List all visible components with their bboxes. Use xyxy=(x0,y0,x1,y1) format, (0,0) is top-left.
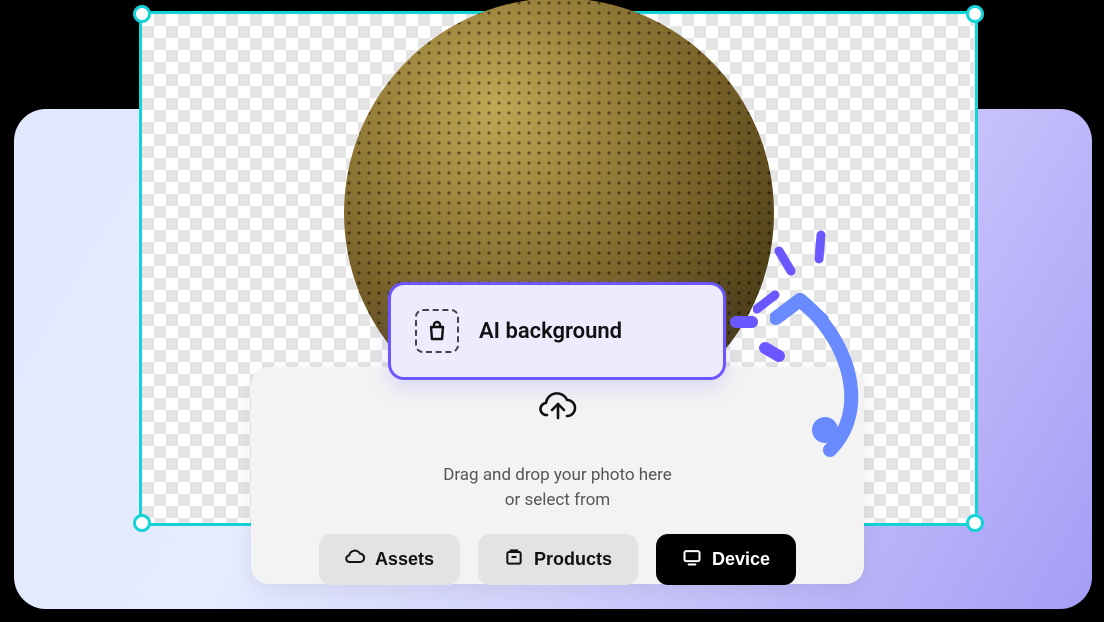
upload-instruction-line2: or select from xyxy=(505,490,610,510)
device-button-label: Device xyxy=(712,549,770,570)
package-icon xyxy=(504,547,524,572)
monitor-icon xyxy=(682,548,702,571)
upload-instruction: Drag and drop your photo here or select … xyxy=(251,463,864,512)
resize-handle-top-right[interactable] xyxy=(966,5,984,23)
products-button[interactable]: Products xyxy=(478,534,638,585)
ai-background-label: AI background xyxy=(479,319,622,344)
upload-instruction-line1: Drag and drop your photo here xyxy=(443,465,672,485)
dash-decorator xyxy=(730,316,758,328)
ai-background-popover[interactable]: AI background xyxy=(388,282,726,380)
resize-handle-bottom-right[interactable] xyxy=(966,514,984,532)
cloud-icon xyxy=(345,549,365,570)
resize-handle-top-left[interactable] xyxy=(133,5,151,23)
assets-button[interactable]: Assets xyxy=(319,534,460,585)
bag-dashed-icon xyxy=(415,309,459,353)
products-button-label: Products xyxy=(534,549,612,570)
device-button[interactable]: Device xyxy=(656,534,796,585)
upload-source-row: Assets Products Device xyxy=(251,534,864,585)
upload-panel: Drag and drop your photo here or select … xyxy=(251,367,864,584)
assets-button-label: Assets xyxy=(375,549,434,570)
resize-handle-bottom-left[interactable] xyxy=(133,514,151,532)
cloud-upload-icon xyxy=(538,391,578,427)
